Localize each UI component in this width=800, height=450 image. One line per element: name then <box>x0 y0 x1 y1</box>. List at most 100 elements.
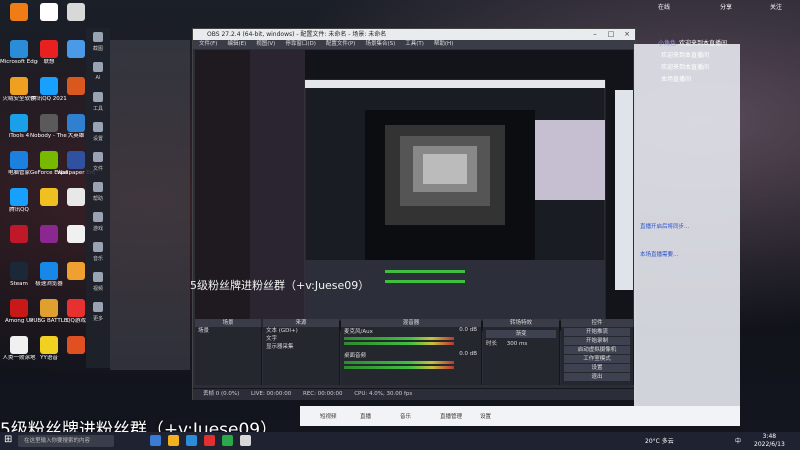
taskbar-search[interactable]: 在这里输入你要搜索的内容 <box>18 435 114 447</box>
side-toolbar-item[interactable]: 帮助 <box>86 178 110 208</box>
tool-icon <box>93 212 103 222</box>
maximize-icon[interactable]: □ <box>603 29 619 40</box>
app-icon <box>40 188 58 206</box>
sources-header: 来源 <box>263 319 339 327</box>
browser-toolbar-item[interactable]: 短视频 <box>320 412 337 420</box>
start-icon[interactable]: ⊞ <box>4 434 12 445</box>
side-toolbar-item[interactable]: 游戏 <box>86 208 110 238</box>
clock[interactable]: 3:48 2022/6/13 <box>754 433 785 449</box>
source-item[interactable]: 文字 <box>263 335 339 343</box>
control-button[interactable]: 启动虚拟摄像机 <box>564 346 630 354</box>
side-toolbar-item[interactable]: 工具 <box>86 88 110 118</box>
close-icon[interactable]: × <box>619 29 635 40</box>
app-icon <box>40 114 58 132</box>
stat-follow[interactable]: 关注 <box>770 2 782 11</box>
taskbar: ⊞ 在这里输入你要搜索的内容 20°C 多云 中 3:48 2022/6/13 <box>0 432 800 450</box>
obs-menu-item[interactable]: 视图(V) <box>256 40 275 49</box>
tool-icon <box>93 92 103 102</box>
app-icon <box>67 3 85 21</box>
tool-icon <box>93 242 103 252</box>
status-cpu: CPU: 4.0%, 30.00 fps <box>354 391 413 397</box>
app-icon <box>10 299 28 317</box>
obs-titlebar[interactable]: OBS 27.2.4 (64-bit, windows) - 配置文件: 未命名… <box>193 29 635 40</box>
app-icon <box>40 262 58 280</box>
source-item[interactable]: 文本 (GDI+) <box>263 327 339 335</box>
blurred-region <box>110 40 190 370</box>
ime-indicator[interactable]: 中 <box>735 436 741 445</box>
obs-menu-item[interactable]: 帮助(H) <box>434 40 453 49</box>
browser-toolbar-item[interactable]: 直播管理 <box>440 412 462 420</box>
transition-select[interactable]: 渐变 <box>486 330 556 338</box>
mixer-panel[interactable]: 麦克风/Aux 0.0 dB 桌面音频 0.0 dB <box>341 327 482 385</box>
chat-text: 欢迎来到本直播间 <box>661 64 710 71</box>
mixer-channel-name: 麦克风/Aux <box>344 329 373 335</box>
duration-label: 时长 <box>486 341 498 347</box>
side-toolbar-item[interactable]: 文件 <box>86 148 110 178</box>
wechat-icon[interactable] <box>222 435 233 446</box>
app-icon <box>10 3 28 21</box>
obs-menu-item[interactable]: 文件(F) <box>199 40 217 49</box>
obs-menu-item[interactable]: 配置文件(P) <box>326 40 356 49</box>
side-toolbar-item[interactable]: 更多 <box>86 298 110 328</box>
browser-toolbar-item[interactable]: 直播 <box>360 412 371 420</box>
app-icon <box>67 225 85 243</box>
chat-message: 本场直播间 <box>658 76 691 84</box>
mixer-channel[interactable]: 桌面音频 0.0 dB <box>341 351 481 375</box>
transitions-panel[interactable]: 渐变 时长 300 ms <box>483 327 560 385</box>
weather-text[interactable]: 20°C 多云 <box>645 436 674 445</box>
side-toolbar-item[interactable]: 音乐 <box>86 238 110 268</box>
mixer-channel[interactable]: 麦克风/Aux 0.0 dB <box>341 327 481 351</box>
status-live: LIVE: 00:00:00 <box>251 391 292 397</box>
duration-input[interactable]: 300 ms <box>507 341 527 347</box>
edge-icon[interactable] <box>186 435 197 446</box>
obs-menu-item[interactable]: 工具(T) <box>405 40 424 49</box>
obs-taskbar-icon[interactable] <box>240 435 251 446</box>
obs-window[interactable]: OBS 27.2.4 (64-bit, windows) - 配置文件: 未命名… <box>192 28 636 400</box>
side-toolbar-item[interactable]: 截图 <box>86 28 110 58</box>
volume-meter <box>344 337 454 340</box>
scene-item[interactable]: 场景 <box>195 327 261 335</box>
control-button[interactable]: 开始录制 <box>564 337 630 345</box>
side-toolbar-label: 设置 <box>92 136 103 142</box>
tool-icon <box>93 302 103 312</box>
control-button[interactable]: 开始推流 <box>564 328 630 336</box>
chat-text: 欢迎来到本直播间 <box>661 52 710 59</box>
tool-icon <box>93 272 103 282</box>
duration-row: 时长 300 ms <box>483 339 559 347</box>
chat-text: 欢迎来到本直播间 <box>679 40 728 47</box>
app-icon <box>10 151 28 169</box>
status-rec: REC: 00:00:00 <box>303 391 343 397</box>
control-button[interactable]: 退出 <box>564 373 630 381</box>
scenes-panel[interactable]: 场景 <box>195 327 262 385</box>
app-icon[interactable] <box>204 435 215 446</box>
app-icon <box>10 225 28 243</box>
controls-panel[interactable]: 开始推流 开始录制 启动虚拟摄像机 工作室模式 设置 退出 <box>561 327 634 385</box>
minimize-icon[interactable]: – <box>587 29 603 40</box>
browser-toolbar-item[interactable]: 音乐 <box>400 412 411 420</box>
app-icon <box>67 299 85 317</box>
app-icon <box>67 77 85 95</box>
side-toolbar-label: 游戏 <box>92 226 103 232</box>
app-icon <box>67 114 85 132</box>
chat-username: 小角色 <box>658 40 677 47</box>
side-toolbar-item[interactable]: 视频 <box>86 268 110 298</box>
control-button[interactable]: 设置 <box>564 364 630 372</box>
app-icon <box>67 40 85 58</box>
app-icon <box>40 40 58 58</box>
obs-menu-item[interactable]: 编辑(E) <box>227 40 246 49</box>
sources-panel[interactable]: 文本 (GDI+) 文字 显示器采集 <box>263 327 340 385</box>
side-toolbar-item[interactable]: AI <box>86 58 110 88</box>
app-icon <box>40 77 58 95</box>
explorer-icon[interactable] <box>168 435 179 446</box>
source-item[interactable]: 显示器采集 <box>263 343 339 351</box>
obs-statusbar: 丢帧 0 (0.0%) LIVE: 00:00:00 REC: 00:00:00… <box>193 388 635 400</box>
obs-menu-item[interactable]: 场景集合(S) <box>365 40 395 49</box>
side-toolbar-item[interactable]: 设置 <box>86 118 110 148</box>
browser-toolbar-item[interactable]: 设置 <box>480 412 491 420</box>
taskview-icon[interactable] <box>150 435 161 446</box>
tool-icon <box>93 32 103 42</box>
chat-message: 欢迎来到本直播间 <box>658 64 709 72</box>
obs-menu-item[interactable]: 停靠窗口(D) <box>285 40 316 49</box>
app-icon <box>67 151 85 169</box>
control-button[interactable]: 工作室模式 <box>564 355 630 363</box>
